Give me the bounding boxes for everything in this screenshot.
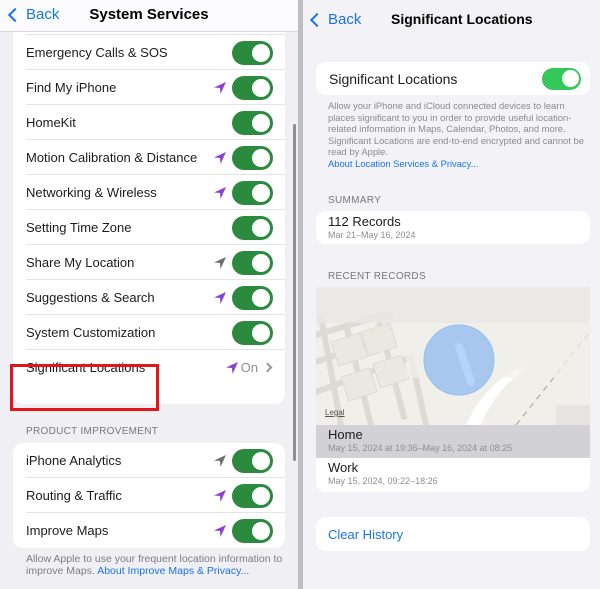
toggle-knob — [252, 521, 270, 540]
location-arrow-purple-icon — [213, 524, 227, 538]
significant-locations-row: Significant Locations — [316, 62, 590, 95]
system-services-panel: Back System Services Device ManagementEm… — [0, 0, 298, 589]
setting-row-motion-calibration-and-distance: Motion Calibration & Distance — [13, 140, 285, 175]
toggle-motion-calibration-and-distance[interactable] — [232, 145, 273, 170]
toggle-share-my-location[interactable] — [232, 250, 273, 275]
significant-locations-toggle-card: Significant Locations — [316, 62, 590, 95]
toggle-knob — [252, 253, 270, 272]
setting-row-significant-locations[interactable]: Significant Locations On — [13, 350, 285, 385]
back-label: Back — [328, 11, 362, 28]
toggle-networking-and-wireless[interactable] — [232, 180, 273, 205]
location-arrow-purple-icon — [213, 151, 227, 165]
setting-row-routing-and-traffic: Routing & Traffic — [13, 478, 285, 513]
location-arrow-purple-icon — [213, 489, 227, 503]
chevron-left-icon — [309, 12, 325, 27]
toggle-knob — [252, 451, 270, 470]
location-arrow-gray-icon — [213, 454, 227, 468]
toggle-knob — [252, 183, 270, 202]
toggle-knob — [252, 148, 270, 167]
section-header-recent-records: RECENT RECORDS — [328, 271, 426, 282]
toggle-knob — [252, 486, 270, 505]
setting-row-find-my-iphone: Find My iPhone — [13, 70, 285, 105]
description-text: Allow your iPhone and iCloud connected d… — [328, 100, 584, 158]
records-map[interactable]: Legal — [316, 287, 590, 425]
location-arrow-purple-icon — [225, 361, 239, 375]
nav-bar: Back System Services — [0, 0, 298, 32]
scrollbar[interactable] — [293, 124, 296, 461]
toggle-improve-maps[interactable] — [232, 518, 273, 543]
location-arrow-purple-icon — [213, 186, 227, 200]
section-header-summary: SUMMARY — [328, 195, 382, 206]
setting-row-homekit: HomeKit — [13, 105, 285, 140]
services-list: Device ManagementEmergency Calls & SOSFi… — [13, 15, 285, 404]
record-item-work[interactable]: Work May 15, 2024, 09:22–18:26 — [316, 458, 590, 491]
significant-locations-toggle[interactable] — [542, 67, 581, 90]
setting-row-improve-maps: Improve Maps — [13, 513, 285, 548]
toggle-knob — [252, 43, 270, 62]
record-title: Home — [328, 427, 363, 442]
toggle-routing-and-traffic[interactable] — [232, 483, 273, 508]
toggle-knob — [252, 288, 270, 307]
page-title: System Services — [89, 6, 209, 23]
page-title: Significant Locations — [391, 11, 533, 27]
clear-history-button[interactable]: Clear History — [316, 517, 590, 551]
record-subtitle: May 15, 2024, 09:22–18:26 — [328, 476, 438, 486]
description: Allow your iPhone and iCloud connected d… — [328, 100, 590, 170]
improve-maps-note: Allow Apple to use your frequent locatio… — [26, 553, 286, 577]
section-header-product-improvement: PRODUCT IMPROVEMENT — [26, 426, 159, 437]
location-arrow-purple-icon — [213, 81, 227, 95]
setting-row-suggestions-and-search: Suggestions & Search — [13, 280, 285, 315]
toggle-system-customization[interactable] — [232, 320, 273, 345]
toggle-knob — [252, 78, 270, 97]
significant-locations-panel: Back Significant Locations Significant L… — [303, 0, 600, 589]
record-subtitle: May 15, 2024 at 19:36–May 16, 2024 at 08… — [328, 443, 513, 453]
map-graphic — [316, 287, 590, 425]
setting-row-system-customization: System Customization — [13, 315, 285, 350]
product-improvement-list: iPhone Analytics Routing & Traffic Improve… — [13, 443, 285, 548]
setting-row-share-my-location: Share My Location — [13, 245, 285, 280]
setting-row-networking-and-wireless: Networking & Wireless — [13, 175, 285, 210]
about-improve-maps-link[interactable]: About Improve Maps & Privacy... — [97, 565, 249, 577]
toggle-emergency-calls-and-sos[interactable] — [232, 40, 273, 65]
clear-history-label: Clear History — [328, 526, 404, 542]
summary-title: 112 Records — [328, 214, 401, 229]
record-title: Work — [328, 460, 359, 475]
toggle-setting-time-zone[interactable] — [232, 215, 273, 240]
map-legal-link[interactable]: Legal — [325, 408, 345, 417]
back-button[interactable]: Back — [309, 11, 362, 28]
toggle-find-my-iphone[interactable] — [232, 75, 273, 100]
toggle-knob — [252, 113, 270, 132]
toggle-iphone-analytics[interactable] — [232, 448, 273, 473]
row-detail-value: On — [240, 360, 258, 375]
toggle-homekit[interactable] — [232, 110, 273, 135]
setting-row-emergency-calls-and-sos: Emergency Calls & SOS — [13, 35, 285, 70]
record-item-home[interactable]: Home May 15, 2024 at 19:36–May 16, 2024 a… — [316, 425, 590, 458]
summary-card: 112 Records Mar 21–May 16, 2024 — [316, 211, 590, 244]
location-arrow-purple-icon — [213, 291, 227, 305]
about-location-services-link[interactable]: About Location Services & Privacy... — [328, 158, 590, 170]
toggle-suggestions-and-search[interactable] — [232, 285, 273, 310]
toggle-knob — [561, 70, 579, 87]
setting-row-iphone-analytics: iPhone Analytics — [13, 443, 285, 478]
summary-range: Mar 21–May 16, 2024 — [328, 230, 416, 240]
toggle-knob — [252, 323, 270, 342]
recent-records-list: Home May 15, 2024 at 19:36–May 16, 2024 a… — [316, 425, 590, 492]
location-arrow-gray-icon — [213, 256, 227, 270]
setting-row-setting-time-zone: Setting Time Zone — [13, 210, 285, 245]
toggle-knob — [252, 218, 270, 237]
